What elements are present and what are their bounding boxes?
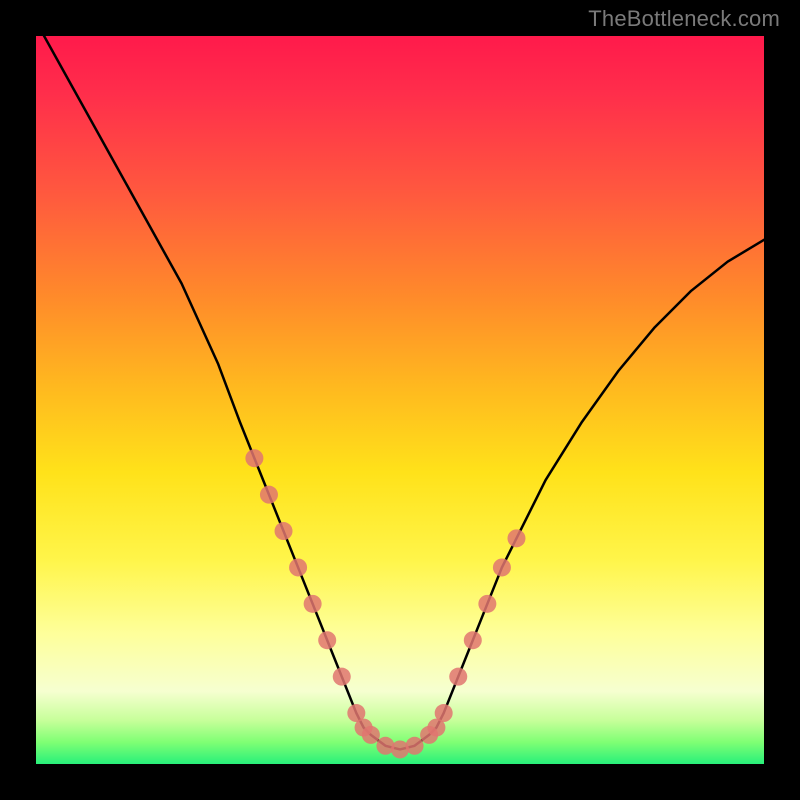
right-dots-point [493, 558, 511, 576]
left-dots-point [304, 595, 322, 613]
bottom-dots-point [362, 726, 380, 744]
right-dots-point [435, 704, 453, 722]
right-dots-point [478, 595, 496, 613]
left-dots-point [318, 631, 336, 649]
curve-path [36, 36, 764, 749]
plot-svg [36, 36, 764, 764]
bottom-dots-point [406, 737, 424, 755]
plot-area [36, 36, 764, 764]
right-dots-point [464, 631, 482, 649]
right-dots-point [449, 668, 467, 686]
left-dots-point [289, 558, 307, 576]
bottom-dots-point [420, 726, 438, 744]
right-dots-point [507, 529, 525, 547]
left-dots-point [260, 486, 278, 504]
left-dots-point [245, 449, 263, 467]
left-dots-point [275, 522, 293, 540]
watermark-text: TheBottleneck.com [588, 6, 780, 32]
chart-container: TheBottleneck.com [0, 0, 800, 800]
left-dots-point [333, 668, 351, 686]
